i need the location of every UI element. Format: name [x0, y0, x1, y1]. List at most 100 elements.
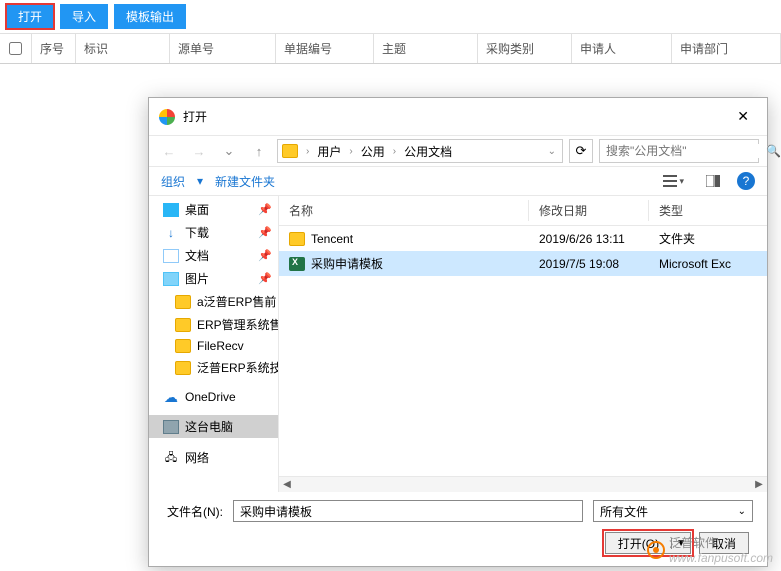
pin-icon: 📌 [258, 226, 272, 239]
tree-item[interactable]: ERP管理系统售 [149, 313, 278, 336]
breadcrumb-item-public[interactable]: 公用 [357, 141, 389, 162]
main-toolbar: 打开 导入 模板输出 [0, 0, 781, 34]
chevron-down-icon: ⌄ [738, 506, 746, 517]
col-dept[interactable]: 申请部门 [672, 34, 781, 63]
tree-item[interactable]: 文档📌 [149, 244, 278, 267]
organize-button[interactable]: 组织 [161, 173, 185, 190]
dialog-toolbar: 组织 ▾ 新建文件夹 ▾ ? [149, 167, 767, 196]
tree-item[interactable]: 下载📌 [149, 221, 278, 244]
tree-item-label: OneDrive [185, 390, 272, 404]
col-applicant[interactable]: 申请人 [572, 34, 672, 63]
horizontal-scrollbar[interactable]: ◀ ▶ [279, 476, 767, 492]
col-date[interactable]: 修改日期 [529, 200, 649, 221]
tree-item-label: 网络 [185, 449, 272, 466]
file-row[interactable]: Tencent2019/6/26 13:11文件夹 [279, 226, 767, 251]
pc-icon [163, 420, 179, 434]
col-id[interactable]: 标识 [76, 34, 170, 63]
file-open-dialog: 打开 ✕ ← → ⌄ ↑ › 用户 › 公用 › 公用文档 ⌄ ⟳ 🔍 组织 ▾… [148, 97, 768, 567]
tree-item[interactable]: a泛普ERP售前 [149, 290, 278, 313]
dialog-nav: ← → ⌄ ↑ › 用户 › 公用 › 公用文档 ⌄ ⟳ 🔍 [149, 135, 767, 167]
doc-icon [163, 249, 179, 263]
watermark-url: www.fanpusoft.com [669, 551, 773, 565]
tree-item[interactable]: 泛普ERP系统技 [149, 356, 278, 379]
file-name: Tencent [311, 232, 353, 246]
pin-icon: 📌 [258, 249, 272, 262]
download-icon [163, 226, 179, 240]
folder-icon [175, 318, 191, 332]
nav-forward-icon[interactable]: → [187, 139, 211, 163]
dialog-titlebar[interactable]: 打开 ✕ [149, 98, 767, 135]
file-name: 采购申请模板 [311, 255, 383, 272]
search-icon[interactable]: 🔍 [766, 144, 781, 158]
tree-item[interactable]: 桌面 📌 [149, 198, 278, 221]
tree-item-label: a泛普ERP售前 [197, 293, 276, 310]
tree-item[interactable]: 这台电脑 [149, 415, 278, 438]
col-category[interactable]: 采购类别 [478, 34, 572, 63]
close-icon[interactable]: ✕ [729, 106, 757, 127]
dialog-app-icon [159, 109, 175, 125]
folder-icon [289, 232, 305, 246]
preview-pane-icon[interactable] [701, 172, 725, 190]
tree-item[interactable]: 图片 📌 [149, 267, 278, 290]
net-icon [163, 451, 179, 465]
tree-item[interactable]: OneDrive [149, 387, 278, 407]
col-source[interactable]: 源单号 [170, 34, 276, 63]
open-button[interactable]: 打开 [6, 4, 54, 29]
tree-item-label: 这台电脑 [185, 418, 272, 435]
folder-icon [175, 339, 191, 353]
file-list-header: 名称 修改日期 类型 [279, 196, 767, 226]
col-seq[interactable]: 序号 [32, 34, 76, 63]
import-button[interactable]: 导入 [60, 4, 108, 29]
file-list[interactable]: Tencent2019/6/26 13:11文件夹采购申请模板2019/7/5 … [279, 226, 767, 476]
breadcrumb-item-users[interactable]: 用户 [313, 141, 345, 162]
nav-history-dropdown-icon[interactable]: ⌄ [217, 139, 241, 163]
watermark-brand: 泛普软件 [669, 536, 717, 550]
help-icon[interactable]: ? [737, 172, 755, 190]
scroll-right-icon[interactable]: ▶ [751, 477, 767, 493]
tree-item-label: ERP管理系统售 [197, 316, 279, 333]
filename-input[interactable] [233, 500, 583, 522]
chevron-down-icon[interactable]: ⌄ [546, 146, 558, 157]
tree-item[interactable]: FileRecv [149, 336, 278, 356]
tree-item-label: 图片 [185, 270, 252, 287]
breadcrumb[interactable]: › 用户 › 公用 › 公用文档 ⌄ [277, 139, 563, 163]
breadcrumb-item-pubdocs[interactable]: 公用文档 [400, 141, 456, 162]
col-docno[interactable]: 单据编号 [276, 34, 374, 63]
file-area: 名称 修改日期 类型 Tencent2019/6/26 13:11文件夹采购申请… [279, 196, 767, 492]
select-all-cell [0, 34, 32, 63]
new-folder-button[interactable]: 新建文件夹 [215, 173, 275, 190]
nav-back-icon[interactable]: ← [157, 139, 181, 163]
tree-item-label: 桌面 [185, 201, 252, 218]
pin-icon: 📌 [258, 203, 272, 216]
col-name[interactable]: 名称 [279, 200, 529, 221]
folder-icon [175, 295, 191, 309]
chevron-right-icon[interactable]: › [391, 146, 398, 157]
folder-tree[interactable]: 桌面📌下载📌文档📌图片📌a泛普ERP售前ERP管理系统售FileRecv泛普ER… [149, 196, 279, 492]
watermark-logo-icon [647, 541, 665, 559]
scroll-left-icon[interactable]: ◀ [279, 477, 295, 493]
tree-item-label: 泛普ERP系统技 [197, 359, 279, 376]
tree-item[interactable]: 网络 [149, 446, 278, 469]
col-subject[interactable]: 主题 [374, 34, 478, 63]
select-all-checkbox[interactable] [9, 42, 22, 55]
nav-up-icon[interactable]: ↑ [247, 139, 271, 163]
tree-item-label: FileRecv [197, 339, 272, 353]
pin-icon: 📌 [258, 272, 272, 285]
template-export-button[interactable]: 模板输出 [114, 4, 186, 29]
file-filter-select[interactable]: 所有文件 ⌄ [593, 500, 753, 522]
xls-icon [289, 257, 305, 271]
file-row[interactable]: 采购申请模板2019/7/5 19:08Microsoft Exc [279, 251, 767, 276]
file-type: Microsoft Exc [649, 256, 767, 272]
file-filter-value: 所有文件 [600, 503, 648, 520]
col-type[interactable]: 类型 [649, 200, 767, 221]
pic-icon [163, 272, 179, 286]
chevron-right-icon[interactable]: › [347, 146, 354, 157]
dialog-body: 桌面📌下载📌文档📌图片📌a泛普ERP售前ERP管理系统售FileRecv泛普ER… [149, 196, 767, 492]
chevron-right-icon[interactable]: › [304, 146, 311, 157]
organize-dropdown-icon[interactable]: ▾ [197, 174, 203, 188]
view-details-icon[interactable]: ▾ [658, 172, 689, 190]
folder-icon [175, 361, 191, 375]
file-date: 2019/6/26 13:11 [529, 231, 649, 247]
refresh-icon[interactable]: ⟳ [569, 139, 593, 163]
search-input[interactable] [606, 144, 761, 158]
